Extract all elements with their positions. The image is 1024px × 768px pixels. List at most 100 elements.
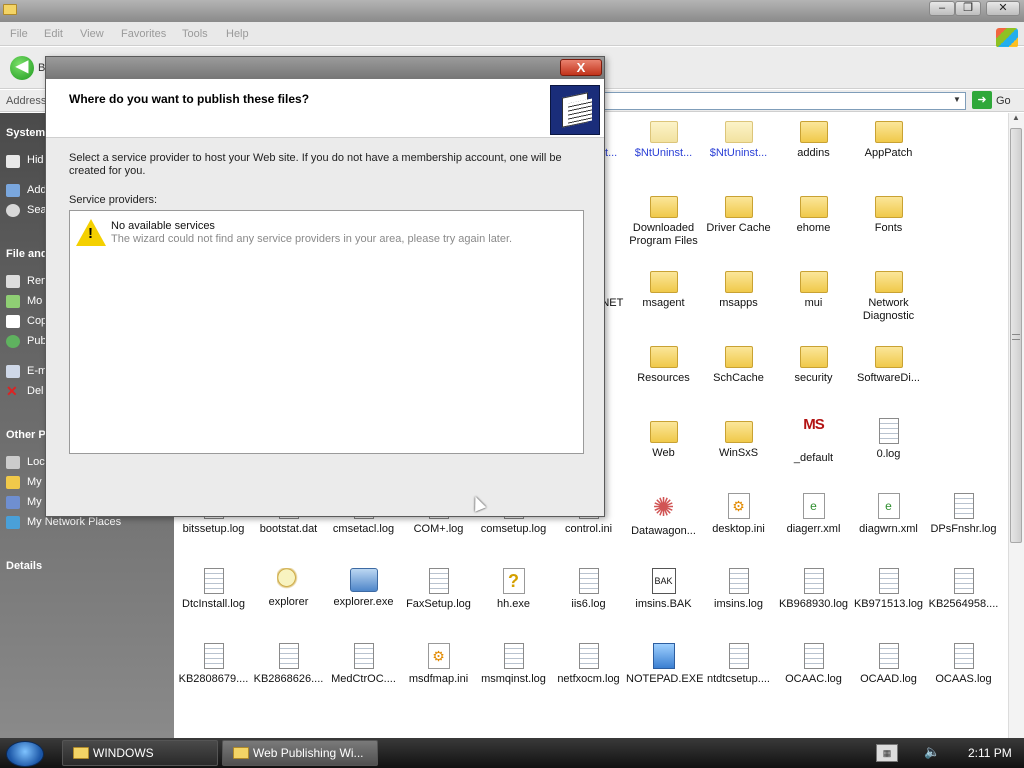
file-item[interactable]: imsins.log (701, 568, 776, 611)
file-item[interactable]: KB2564958.... (926, 568, 1001, 611)
task-add-remove[interactable]: Add (27, 184, 47, 196)
file-item[interactable]: netfxocm.log (551, 643, 626, 686)
file-item[interactable]: KB2808679.... (176, 643, 251, 686)
file-item[interactable]: iis6.log (551, 568, 626, 611)
dialog-close-button[interactable]: X (560, 59, 602, 76)
file-name: ntdtcsetup.... (707, 673, 770, 685)
file-item[interactable]: explorer (251, 568, 326, 609)
file-item[interactable]: WinSxS (701, 418, 776, 460)
file-name: bootstat.dat (259, 523, 318, 535)
file-item[interactable]: KB968930.log (776, 568, 851, 611)
file-item[interactable]: SchCache (701, 343, 776, 385)
file-item[interactable]: Driver Cache (701, 193, 776, 235)
task-move[interactable]: Mo (27, 295, 42, 307)
file-item[interactable]: ✺ Datawagon... (626, 493, 701, 538)
folder-icon (799, 196, 828, 218)
file-item[interactable]: OCAAD.log (851, 643, 926, 686)
menu-view[interactable]: View (80, 28, 104, 40)
place-my-network[interactable]: My Network Places (27, 516, 121, 528)
other-places-header[interactable]: Other P (6, 429, 46, 441)
file-item[interactable]: ehome (776, 193, 851, 235)
file-item[interactable]: FaxSetup.log (401, 568, 476, 611)
provider-name[interactable]: No available services (111, 220, 215, 232)
task-delete[interactable]: Del (27, 385, 44, 397)
file-name: OCAAC.log (785, 673, 842, 685)
hide-icon (6, 155, 20, 168)
menu-tools[interactable]: Tools (182, 28, 208, 40)
folder-icon (799, 271, 828, 293)
dialog-titlebar[interactable]: X (46, 57, 604, 79)
scroll-up-icon[interactable]: ▲ (1008, 113, 1024, 127)
file-item[interactable]: Web (626, 418, 701, 460)
place-my-computer[interactable]: My (27, 496, 42, 508)
file-item[interactable]: security (776, 343, 851, 385)
close-button[interactable]: ✕ (986, 1, 1020, 16)
file-name: DtcInstall.log (182, 598, 245, 610)
task-hide-folder[interactable]: Hid fold (27, 155, 64, 166)
taskbar-item-windows[interactable]: WINDOWS (62, 740, 218, 766)
service-providers-list[interactable]: ! No available services The wizard could… (69, 210, 584, 454)
document-icon (203, 568, 224, 594)
file-name: KB2564958.... (928, 598, 999, 610)
file-item[interactable]: ⚙ msdfmap.ini (401, 643, 476, 686)
file-item[interactable]: DtcInstall.log (176, 568, 251, 611)
file-item[interactable]: ⚙ desktop.ini (701, 493, 776, 536)
file-item[interactable]: OCAAC.log (776, 643, 851, 686)
file-item[interactable]: AppPatch (851, 118, 926, 160)
file-item[interactable]: OCAAS.log (926, 643, 1001, 686)
file-item[interactable]: $NtUninst... (626, 118, 701, 160)
file-tasks-header[interactable]: File and (6, 248, 48, 260)
network-volume-icon[interactable]: 🔈 (924, 744, 940, 760)
file-item[interactable]: MedCtrOC.... (326, 643, 401, 686)
go-arrow-icon[interactable]: ➜ (972, 91, 992, 109)
file-item[interactable]: Downloaded Program Files (626, 193, 701, 248)
go-button[interactable]: Go (996, 95, 1011, 107)
file-item[interactable]: e diagwrn.xml (851, 493, 926, 536)
file-item[interactable]: KB2868626.... (251, 643, 326, 686)
file-item[interactable]: SoftwareDi... (851, 343, 926, 385)
folder-icon (649, 271, 678, 293)
menu-favorites[interactable]: Favorites (121, 28, 166, 40)
file-item[interactable]: $NtUninst... (701, 118, 776, 160)
file-item[interactable]: Fonts (851, 193, 926, 235)
place-my-documents[interactable]: My (27, 476, 42, 488)
file-item[interactable]: e diagerr.xml (776, 493, 851, 536)
file-item[interactable]: KB971513.log (851, 568, 926, 611)
file-item[interactable]: mui (776, 268, 851, 310)
clock[interactable]: 2:11 PM (968, 746, 1012, 760)
wizard-heading: Where do you want to publish these files… (69, 92, 310, 106)
start-button[interactable] (6, 741, 44, 767)
file-item[interactable]: Network Diagnostic (851, 268, 926, 323)
file-name: WinSxS (718, 447, 759, 459)
file-item[interactable]: NOTEPAD.EXE (626, 643, 703, 686)
chevron-down-icon[interactable]: ▼ (949, 92, 965, 108)
details-header[interactable]: Details (6, 560, 42, 572)
menu-file[interactable]: File (10, 28, 28, 40)
menu-help[interactable]: Help (226, 28, 249, 40)
minimize-button[interactable]: – (929, 1, 955, 16)
system-tasks-header[interactable]: System (6, 127, 45, 139)
file-item[interactable]: Resources (626, 343, 701, 385)
task-search[interactable]: Sea (27, 204, 47, 216)
file-name: cmsetacl.log (332, 523, 395, 535)
file-item[interactable]: msagent (626, 268, 701, 310)
back-arrow-icon[interactable]: ◀ (10, 56, 34, 80)
folder-icon (799, 346, 828, 368)
file-item[interactable]: 0.log (851, 418, 926, 461)
file-item[interactable]: ? hh.exe (476, 568, 551, 611)
file-item[interactable]: BAK imsins.BAK (626, 568, 701, 611)
file-item[interactable]: explorer.exe (326, 568, 401, 609)
file-item[interactable]: msapps (701, 268, 776, 310)
keyboard-icon[interactable]: ▦ (876, 744, 898, 762)
file-item[interactable]: MS _default (776, 417, 851, 465)
menu-edit[interactable]: Edit (44, 28, 63, 40)
file-item[interactable]: DPsFnshr.log (926, 493, 1001, 536)
file-item[interactable]: ntdtcsetup.... (701, 643, 776, 686)
wizard-header: Where do you want to publish these files… (46, 79, 604, 138)
place-local-disk[interactable]: Loc (27, 456, 45, 468)
file-item[interactable]: addins (776, 118, 851, 160)
file-item[interactable]: msmqinst.log (476, 643, 551, 686)
restore-button[interactable]: ❐ (955, 1, 981, 16)
taskbar-item-web-publishing[interactable]: Web Publishing Wi... (222, 740, 378, 766)
document-icon (803, 568, 824, 594)
